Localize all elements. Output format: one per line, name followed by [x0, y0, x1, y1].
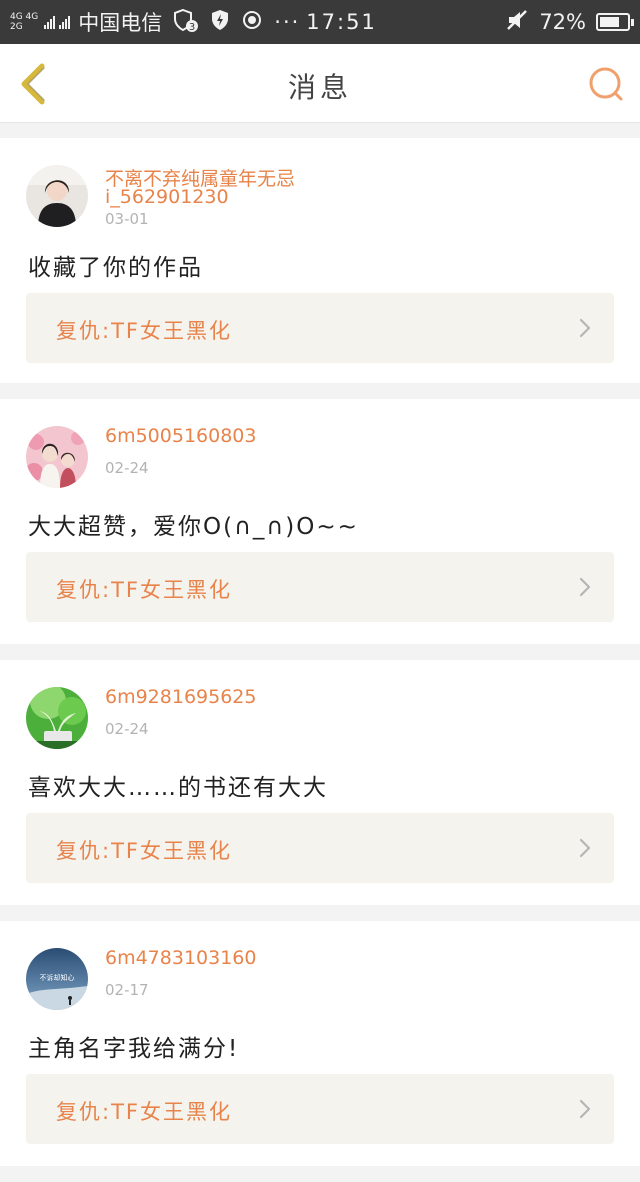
message-date: 02-24: [105, 720, 149, 738]
message-card: 6m9281695625 02-24 喜欢大大……的书还有大大 复仇:TF女王黑…: [0, 660, 640, 905]
message-card: 6m5005160803 02-24 大大超赞，爱你O(∩_∩)O~~ 复仇:T…: [0, 399, 640, 644]
comment-text: 喜欢大大……的书还有大大: [28, 775, 328, 801]
avatar[interactable]: 不诉却知心: [26, 948, 88, 1010]
signal-icon-2: [59, 15, 71, 29]
reply-reference[interactable]: 复仇:TF女王黑化: [26, 552, 614, 622]
comment-text: 主角名字我给满分!: [28, 1036, 240, 1062]
avatar[interactable]: [26, 687, 88, 749]
comment-text: 大大超赞，爱你O(∩_∩)O~~: [28, 514, 359, 540]
comment-text: 收藏了你的作品: [28, 255, 203, 281]
reply-reference[interactable]: 复仇:TF女王黑化: [26, 1074, 614, 1144]
message-card: 不诉却知心 6m4783103160 02-17 主角名字我给满分! 复仇:TF…: [0, 921, 640, 1166]
message-date: 03-01: [105, 210, 149, 228]
username[interactable]: 6m4783103160: [105, 947, 256, 969]
username[interactable]: 6m9281695625: [105, 686, 256, 708]
navigation-bar: 消息: [0, 44, 640, 123]
chevron-right-icon: [579, 577, 591, 597]
battery-icon: [596, 13, 634, 31]
signal-icon: [44, 15, 56, 29]
user-id: i_562901230: [105, 186, 229, 208]
reply-title: 复仇:TF女王黑化: [56, 319, 232, 343]
network-type-bottom: 2G: [10, 22, 23, 32]
network-type-top: 4G 4G: [10, 12, 39, 22]
location-target-icon: [242, 10, 262, 35]
avatar-caption: 不诉却知心: [40, 973, 75, 982]
mute-icon: [505, 9, 529, 36]
search-button[interactable]: [586, 64, 626, 104]
network-type-indicator: 4G 4G 2G: [10, 12, 38, 32]
more-notifications-icon: ···: [274, 10, 301, 34]
chevron-right-icon: [579, 838, 591, 858]
page-title: 消息: [287, 71, 352, 104]
username[interactable]: 6m5005160803: [105, 425, 256, 447]
clock: 17:51: [306, 10, 377, 34]
search-icon: [589, 67, 623, 101]
message-list: 不离不弃纯属童年无忌 i_562901230 03-01 收藏了你的作品 复仇:…: [0, 138, 640, 1182]
chevron-right-icon: [579, 1099, 591, 1119]
battery-percentage: 72%: [539, 10, 586, 34]
notification-shield-icon: 3: [172, 8, 199, 37]
battery-level: [600, 17, 619, 27]
reply-reference[interactable]: 复仇:TF女王黑化: [26, 293, 614, 363]
message-date: 02-24: [105, 459, 149, 477]
avatar[interactable]: [26, 165, 88, 227]
message-card: 不离不弃纯属童年无忌 i_562901230 03-01 收藏了你的作品 复仇:…: [0, 138, 640, 383]
notification-badge: 3: [189, 22, 195, 32]
chevron-right-icon: [579, 318, 591, 338]
reply-reference[interactable]: 复仇:TF女王黑化: [26, 813, 614, 883]
status-bar: 4G 4G 2G 中国电信 3 ··· 17:51 72%: [0, 0, 640, 44]
avatar[interactable]: [26, 426, 88, 488]
security-shield-icon: [210, 9, 230, 36]
reply-title: 复仇:TF女王黑化: [56, 578, 232, 602]
reply-title: 复仇:TF女王黑化: [56, 839, 232, 863]
reply-title: 复仇:TF女王黑化: [56, 1100, 232, 1124]
message-date: 02-17: [105, 981, 149, 999]
carrier-name: 中国电信: [78, 11, 163, 35]
